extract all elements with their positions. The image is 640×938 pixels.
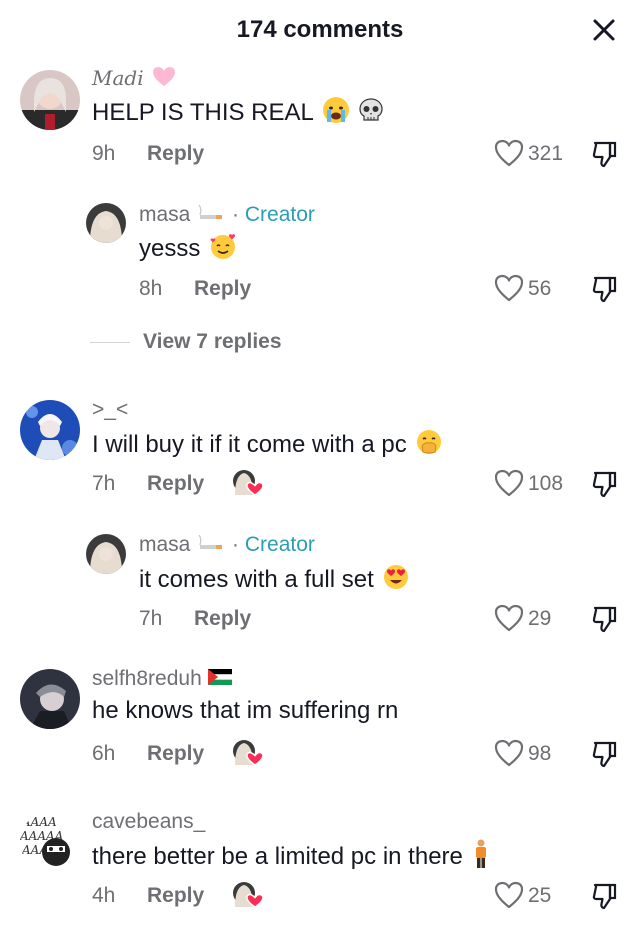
reply-button[interactable]: Reply — [194, 607, 251, 631]
cigarette-icon — [196, 203, 226, 227]
heart-outline-icon — [494, 739, 524, 767]
comment-time: 9h — [92, 142, 116, 165]
comment-username[interactable]: masa · Creator — [139, 203, 315, 227]
smiling-face-with-hearts-icon — [209, 232, 237, 267]
reply-button[interactable]: Reply — [147, 742, 204, 766]
heart-outline-icon — [494, 604, 524, 632]
like-button[interactable]: 29 — [494, 604, 564, 634]
like-button[interactable]: 98 — [494, 739, 564, 769]
like-button[interactable]: 108 — [494, 469, 574, 499]
comment-username[interactable]: Madi — [92, 66, 176, 93]
comment-username[interactable]: selfh8reduh — [92, 667, 232, 691]
comment-text: HELP IS THIS REAL — [92, 96, 384, 131]
like-button[interactable]: 25 — [494, 881, 564, 911]
creator-badge: Creator — [244, 533, 315, 556]
crying-face-icon — [322, 96, 350, 131]
comments-count-title: 174 comments — [236, 16, 404, 43]
person-standing-icon — [472, 839, 490, 876]
svg-text:AAAA: AAAA — [21, 815, 57, 829]
reply-button[interactable]: Reply — [147, 142, 204, 166]
like-count: 29 — [528, 607, 552, 630]
creator-liked-heart-icon — [230, 737, 264, 767]
comment-time: 4h — [92, 884, 116, 907]
heart-outline-icon — [494, 274, 524, 302]
like-button[interactable]: 56 — [494, 274, 564, 304]
comment-time: 8h — [139, 277, 163, 300]
thumbs-down-icon[interactable] — [590, 739, 620, 769]
pink-heart-icon — [152, 66, 176, 93]
creator-liked-heart-icon — [230, 879, 264, 909]
comment-text: it comes with a full set — [139, 563, 410, 598]
hand-over-mouth-icon — [415, 428, 443, 463]
like-count: 98 — [528, 742, 552, 765]
thumbs-down-icon[interactable] — [590, 274, 620, 304]
comment-text: there better be a limited pc in there — [92, 839, 490, 876]
comments-header: 174 comments — [0, 0, 640, 60]
like-count: 25 — [528, 884, 552, 907]
reply-button[interactable]: Reply — [147, 884, 204, 908]
like-count: 321 — [528, 142, 564, 165]
comment-text: yesss — [139, 232, 237, 267]
comment-time: 7h — [92, 472, 116, 495]
flag-icon — [207, 667, 232, 691]
creator-badge: Creator — [244, 203, 315, 226]
comment-username[interactable]: >_< — [92, 398, 128, 422]
avatar[interactable]: AAAA AAAAA AAAA — [20, 812, 80, 872]
heart-outline-icon — [494, 139, 524, 167]
thumbs-down-icon[interactable] — [590, 469, 620, 499]
heart-eyes-icon — [382, 563, 410, 598]
heart-outline-icon — [494, 469, 524, 497]
view-replies-button[interactable]: View 7 replies — [143, 330, 282, 354]
comment-username[interactable]: masa · Creator — [139, 533, 315, 557]
comment-time: 7h — [139, 607, 163, 630]
avatar[interactable] — [20, 70, 80, 130]
avatar[interactable] — [86, 534, 126, 574]
comment-username[interactable]: cavebeans_ — [92, 810, 205, 834]
comment-text: I will buy it if it come with a pc — [92, 428, 443, 463]
reply-button[interactable]: Reply — [147, 472, 204, 496]
skull-icon — [358, 97, 384, 130]
reply-button[interactable]: Reply — [194, 277, 251, 301]
thumbs-down-icon[interactable] — [590, 881, 620, 911]
heart-outline-icon — [494, 881, 524, 909]
comment-text: he knows that im suffering rn — [92, 697, 399, 724]
like-count: 108 — [528, 472, 564, 495]
thumbs-down-icon[interactable] — [590, 139, 620, 169]
comment-time: 6h — [92, 742, 116, 765]
like-count: 56 — [528, 277, 552, 300]
like-button[interactable]: 321 — [494, 139, 564, 169]
avatar[interactable] — [86, 203, 126, 243]
view-replies-divider — [90, 342, 130, 343]
avatar[interactable] — [20, 400, 80, 460]
creator-liked-heart-icon — [230, 467, 264, 497]
close-icon[interactable] — [588, 14, 620, 46]
thumbs-down-icon[interactable] — [590, 604, 620, 634]
cigarette-icon — [196, 533, 226, 557]
avatar[interactable] — [20, 669, 80, 729]
